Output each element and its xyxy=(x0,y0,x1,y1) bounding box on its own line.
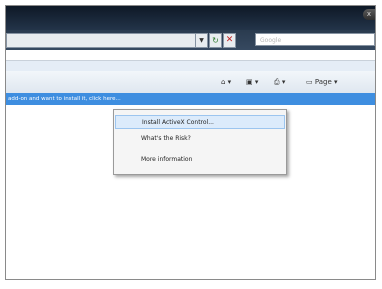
address-input[interactable] xyxy=(6,33,196,48)
search-input[interactable]: Google xyxy=(255,33,375,46)
chevron-down-icon[interactable]: ▼ xyxy=(195,33,208,48)
stop-icon[interactable]: ✕ xyxy=(223,33,236,48)
page-icon: ▭ xyxy=(306,78,313,86)
command-bar: ⌂ ▾ ▣ ▾ ⎙ ▾ ▭ Page ▾ xyxy=(6,71,375,94)
information-bar-text[interactable]: add-on and want to install it, click her… xyxy=(8,93,121,105)
refresh-icon[interactable]: ↻ xyxy=(209,33,222,48)
information-bar[interactable]: add-on and want to install it, click her… xyxy=(6,93,375,105)
browser-window: x ▼ ↻ ✕ Google ⌂ ▾ ▣ ▾ ⎙ ▾ ▭ Page ▾ add-… xyxy=(5,5,376,280)
close-button[interactable]: x xyxy=(363,9,375,20)
address-bar: ▼ ↻ ✕ Google xyxy=(6,30,375,50)
title-bar: x xyxy=(6,6,375,30)
page-menu-button[interactable]: ▭ Page ▾ xyxy=(306,76,338,88)
home-icon[interactable]: ⌂ ▾ xyxy=(221,76,231,88)
menu-item-install-activex[interactable]: Install ActiveX Control... xyxy=(115,115,285,129)
feeds-icon[interactable]: ▣ ▾ xyxy=(246,76,258,88)
menu-item-whats-the-risk[interactable]: What's the Risk? xyxy=(115,132,285,146)
page-label: Page ▾ xyxy=(314,78,338,86)
print-icon[interactable]: ⎙ ▾ xyxy=(274,76,285,88)
menu-item-more-information[interactable]: More information xyxy=(115,153,285,167)
context-menu: Install ActiveX Control... What's the Ri… xyxy=(113,109,287,175)
favorites-bar xyxy=(6,50,375,61)
tab-strip xyxy=(6,61,375,71)
